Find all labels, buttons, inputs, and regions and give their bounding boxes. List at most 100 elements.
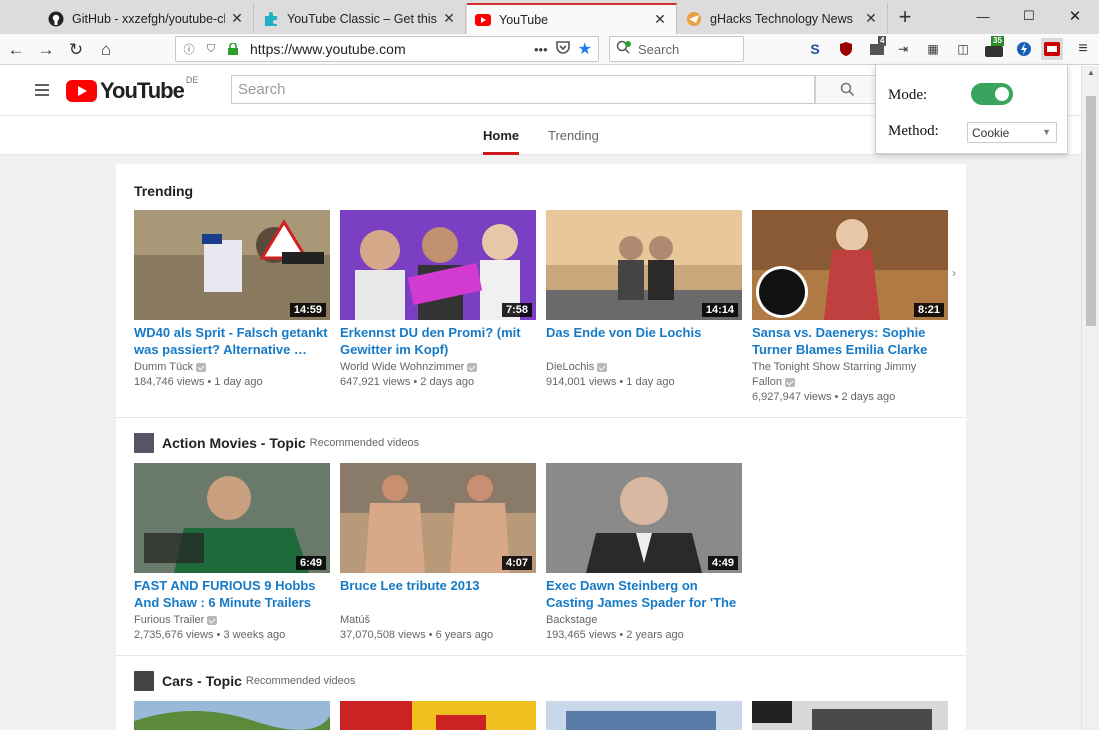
bookmark-star-icon[interactable]: ★ xyxy=(578,39,592,59)
video-thumbnail[interactable]: 14:14 xyxy=(546,210,742,320)
video-thumbnail[interactable] xyxy=(134,701,330,730)
topic-avatar-icon xyxy=(134,671,154,691)
tab-youtube-classic[interactable]: YouTube Classic – Get this Ex ✕ xyxy=(255,3,466,34)
channel-name: DieLochis xyxy=(546,361,595,373)
upload-age: 1 day ago xyxy=(214,376,263,388)
tab-home[interactable]: Home xyxy=(483,128,519,143)
extension-badge-icon[interactable]: 4 xyxy=(866,36,888,60)
video-thumbnail[interactable]: 7:58 xyxy=(340,210,536,320)
scroll-up-icon[interactable]: ▲ xyxy=(1082,68,1099,82)
tab-label: YouTube Classic – Get this Ex xyxy=(287,11,437,26)
video-card[interactable] xyxy=(546,701,742,730)
video-card[interactable]: 8:21 Sansa vs. Daenerys: Sophie Turner B… xyxy=(752,210,948,405)
close-window-button[interactable]: ✕ xyxy=(1052,0,1098,32)
video-channel[interactable]: Dumm Tück xyxy=(134,360,330,375)
video-card[interactable] xyxy=(340,701,536,730)
tab-youtube[interactable]: YouTube ✕ xyxy=(467,3,677,34)
sidebar-icon[interactable]: ◫ xyxy=(952,38,974,60)
ublock-icon[interactable] xyxy=(835,38,857,60)
video-title[interactable]: Erkennst DU den Promi? (mit Gewitter im … xyxy=(340,324,536,358)
video-thumbnail[interactable]: 6:49 xyxy=(134,463,330,573)
share-icon[interactable]: ⇥ xyxy=(892,38,914,60)
page-scrollbar[interactable]: ▲ xyxy=(1081,66,1099,730)
video-card[interactable]: 4:07 Bruce Lee tribute 2013 Matúš 37,070… xyxy=(340,463,536,643)
video-thumbnail[interactable]: 14:59 xyxy=(134,210,330,320)
video-channel[interactable]: The Tonight Show Starring Jimmy Fallon xyxy=(752,360,948,390)
guide-menu-icon[interactable] xyxy=(35,84,49,96)
counter-icon[interactable]: 35 xyxy=(983,36,1005,60)
video-thumbnail[interactable] xyxy=(546,701,742,730)
lock-icon[interactable] xyxy=(224,40,242,58)
back-button[interactable]: ← xyxy=(4,38,28,62)
new-tab-button[interactable]: + xyxy=(892,6,918,30)
shield-icon[interactable]: ⛉ xyxy=(202,40,220,58)
video-channel[interactable]: Backstage xyxy=(546,613,742,628)
shelf-title-trending[interactable]: Trending xyxy=(134,183,193,199)
method-select[interactable]: Cookie ▼ xyxy=(967,122,1057,143)
close-tab-icon[interactable]: ✕ xyxy=(229,10,245,27)
menu-icon[interactable]: ≡ xyxy=(1072,38,1094,60)
video-title[interactable]: Sansa vs. Daenerys: Sophie Turner Blames… xyxy=(752,324,948,358)
video-card[interactable]: 14:59 WD40 als Sprit - Falsch getankt wa… xyxy=(134,210,330,390)
maximize-button[interactable]: ☐ xyxy=(1006,0,1052,32)
video-card[interactable] xyxy=(752,701,948,730)
video-title[interactable]: FAST AND FURIOUS 9 Hobbs And Shaw : 6 Mi… xyxy=(134,577,330,611)
verified-icon xyxy=(196,362,207,372)
s-extension-icon[interactable]: S xyxy=(804,38,826,60)
page-actions-icon[interactable]: ••• xyxy=(534,42,548,57)
tab-trending[interactable]: Trending xyxy=(548,128,599,143)
scrollbar-thumb[interactable] xyxy=(1086,96,1096,326)
reload-button[interactable]: ↻ xyxy=(64,38,88,62)
verified-icon xyxy=(597,362,608,372)
info-icon[interactable]: ⓘ xyxy=(180,40,198,58)
tab-github[interactable]: GitHub - xxzefgh/youtube-cl ✕ xyxy=(40,3,254,34)
tab-ghacks[interactable]: gHacks Technology News ✕ xyxy=(678,3,888,34)
youtube-search-button[interactable] xyxy=(815,75,879,104)
home-button[interactable]: ⌂ xyxy=(94,38,118,62)
video-thumbnail[interactable]: 4:07 xyxy=(340,463,536,573)
forward-button[interactable]: → xyxy=(34,38,58,62)
video-channel[interactable]: World Wide Wohnzimmer xyxy=(340,360,536,375)
close-tab-icon[interactable]: ✕ xyxy=(441,10,457,27)
video-card[interactable]: 7:58 Erkennst DU den Promi? (mit Gewitte… xyxy=(340,210,536,390)
url-bar[interactable]: ⓘ ⛉ https://www.youtube.com ••• ★ xyxy=(175,36,599,62)
shelf-title-action-movies[interactable]: Action Movies - Topic Recommended videos xyxy=(134,433,419,453)
minimize-button[interactable]: — xyxy=(960,0,1006,32)
video-channel[interactable]: DieLochis xyxy=(546,360,742,375)
tab-label: GitHub - xxzefgh/youtube-cl xyxy=(72,11,225,26)
tab-label: YouTube xyxy=(499,12,549,27)
video-card[interactable] xyxy=(134,701,330,730)
video-title[interactable]: Das Ende von Die Lochis xyxy=(546,324,742,358)
search-engine-icon[interactable] xyxy=(616,40,632,59)
channel-name: Dumm Tück xyxy=(134,361,194,373)
youtube-search-input[interactable]: Search xyxy=(231,75,815,104)
video-card[interactable]: 14:14 Das Ende von Die Lochis DieLochis … xyxy=(546,210,742,390)
shelf-title-cars[interactable]: Cars - Topic Recommended videos xyxy=(134,671,355,691)
search-bar[interactable]: Search xyxy=(609,36,744,62)
video-channel[interactable]: Matúš xyxy=(340,613,536,628)
video-title[interactable]: Bruce Lee tribute 2013 xyxy=(340,577,536,611)
pocket-icon[interactable] xyxy=(555,41,570,57)
video-thumbnail[interactable]: 4:49 xyxy=(546,463,742,573)
video-thumbnail[interactable] xyxy=(752,701,948,730)
youtube-classic-ext-icon[interactable] xyxy=(1041,38,1063,60)
grid-icon[interactable]: ▦ xyxy=(922,38,944,60)
verified-icon xyxy=(207,615,218,625)
video-channel[interactable]: Furious Trailer xyxy=(134,613,330,628)
youtube-logo[interactable]: YouTube DE xyxy=(66,75,198,104)
video-card[interactable]: 4:49 Exec Dawn Steinberg on Casting Jame… xyxy=(546,463,742,643)
counter-badge: 35 xyxy=(991,36,1004,46)
video-card[interactable]: 6:49 FAST AND FURIOUS 9 Hobbs And Shaw :… xyxy=(134,463,330,643)
video-title[interactable]: WD40 als Sprit - Falsch getankt was pass… xyxy=(134,324,330,358)
mode-toggle[interactable] xyxy=(971,83,1013,105)
shelf-next-arrow-icon[interactable]: › xyxy=(952,266,956,280)
lightning-icon[interactable] xyxy=(1013,38,1035,60)
youtube-icon xyxy=(475,12,491,28)
close-tab-icon[interactable]: ✕ xyxy=(863,10,879,27)
channel-name: Furious Trailer xyxy=(134,614,205,626)
video-thumbnail[interactable] xyxy=(340,701,536,730)
close-tab-icon[interactable]: ✕ xyxy=(652,11,668,28)
view-count: 184,746 views xyxy=(134,376,205,388)
video-title[interactable]: Exec Dawn Steinberg on Casting James Spa… xyxy=(546,577,742,611)
video-thumbnail[interactable]: 8:21 xyxy=(752,210,948,320)
